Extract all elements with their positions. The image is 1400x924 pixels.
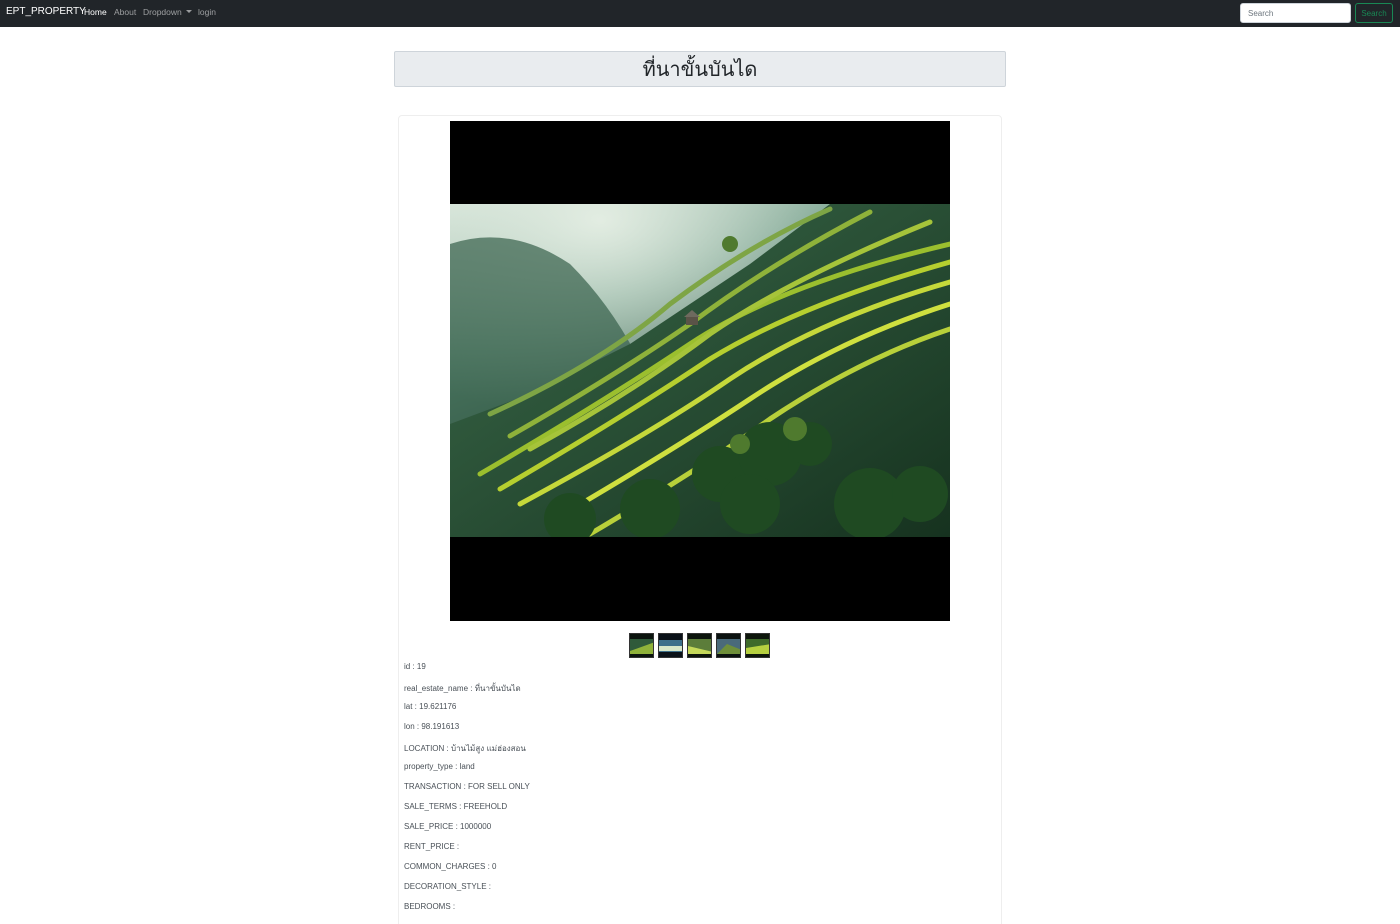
detail-value: FOR SELL ONLY [468,782,530,791]
detail-label: LOCATION [404,744,445,753]
detail-label: real_estate_name [404,684,469,693]
detail-label: lat [404,702,413,711]
detail-transaction: TRANSACTION : FOR SELL ONLY [404,782,530,791]
detail-label: DECORATION_STYLE [404,882,487,891]
thumbnail-2-image [659,634,682,657]
detail-label: TRANSACTION [404,782,462,791]
detail-property-type: property_type : land [404,762,475,771]
nav-dropdown-toggle[interactable]: Dropdown [143,7,192,17]
page-title: ที่นาขั้นบันได [642,57,758,81]
nav-home-link[interactable]: Home [84,7,107,17]
thumbnail-4[interactable] [716,633,741,658]
rice-terraces-photo [450,204,950,537]
detail-real-estate-name: real_estate_name : ที่นาขั้นบันได [404,684,521,693]
detail-value: land [459,762,475,771]
detail-label: SALE_PRICE [404,822,454,831]
search-input[interactable] [1240,3,1351,23]
detail-sale-terms: SALE_TERMS : FREEHOLD [404,802,508,811]
detail-label: lon [404,722,415,731]
detail-location: LOCATION : บ้านไม้สูง แม่ฮ่องสอน [404,744,526,753]
thumbnail-1-image [630,634,653,657]
thumbnail-4-image [717,634,740,657]
detail-value: 19 [416,662,426,671]
nav-login-link[interactable]: login [198,7,216,17]
caret-down-icon [185,10,192,14]
detail-value: บ้านไม้สูง แม่ฮ่องสอน [450,744,526,753]
detail-bedrooms: BEDROOMS : [404,902,456,911]
detail-label: property_type [404,762,453,771]
detail-common-charges: COMMON_CHARGES : 0 [404,862,497,871]
brand-link[interactable]: EPT_PROPERTY [6,6,86,17]
search-button[interactable]: Search [1355,3,1393,23]
detail-value: 98.191613 [421,722,460,731]
detail-value: FREEHOLD [463,802,508,811]
detail-value: 1000000 [460,822,492,831]
page-title-box: ที่นาขั้นบันได [394,51,1006,87]
detail-decoration-style: DECORATION_STYLE : [404,882,491,891]
detail-label: COMMON_CHARGES [404,862,486,871]
detail-lat: lat : 19.621176 [404,702,457,711]
detail-value: 0 [492,862,497,871]
thumbnail-3[interactable] [687,633,712,658]
thumbnail-3-image [688,634,711,657]
thumbnail-5[interactable] [745,633,770,658]
top-navbar: EPT_PROPERTY Home About Dropdown login S… [0,0,1400,27]
detail-label: SALE_TERMS [404,802,457,811]
nav-dropdown-label: Dropdown [143,7,182,17]
detail-id: id : 19 [404,662,426,671]
thumbnail-2[interactable] [658,633,683,658]
thumbnail-5-image [746,634,769,657]
nav-about-link[interactable]: About [114,7,136,17]
detail-lon: lon : 98.191613 [404,722,460,731]
detail-rent-price: RENT_PRICE : [404,842,460,851]
main-image-frame[interactable] [450,121,950,621]
detail-label: id [404,662,411,671]
detail-label: BEDROOMS [404,902,451,911]
thumbnail-1[interactable] [629,633,654,658]
detail-sale-price: SALE_PRICE : 1000000 [404,822,492,831]
detail-value: 19.621176 [419,702,457,711]
detail-value: ที่นาขั้นบันได [474,684,521,693]
detail-label: RENT_PRICE [404,842,455,851]
